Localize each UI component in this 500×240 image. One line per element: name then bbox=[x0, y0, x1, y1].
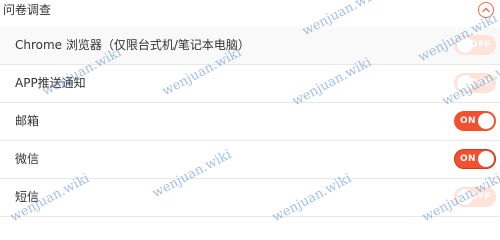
setting-row-chrome: Chrome 浏览器（仅限台式机/笔记本电脑） OFF bbox=[0, 27, 500, 65]
setting-label-email: 邮箱 bbox=[15, 114, 40, 128]
toggle-knob bbox=[457, 37, 473, 53]
toggle-knob bbox=[478, 151, 494, 167]
toggle-sms[interactable]: OFF bbox=[454, 187, 496, 207]
toggle-email[interactable]: ON bbox=[454, 111, 496, 131]
setting-label-sms: 短信 bbox=[15, 190, 40, 204]
notification-settings-panel: 问卷调查 Chrome 浏览器（仅限台式机/笔记本电脑） OFF APP推送通知… bbox=[0, 0, 500, 225]
setting-row-sms: 短信 OFF bbox=[0, 179, 500, 217]
setting-row-app-push: APP推送通知 OFF bbox=[0, 65, 500, 103]
toggle-knob bbox=[457, 75, 473, 91]
collapse-button[interactable] bbox=[478, 2, 494, 18]
toggle-state-text: ON bbox=[460, 116, 476, 126]
setting-label-wechat: 微信 bbox=[15, 152, 40, 166]
toggle-knob bbox=[457, 189, 473, 205]
toggle-state-text: OFF bbox=[470, 40, 491, 50]
section-title: 问卷调查 bbox=[3, 3, 52, 17]
toggle-state-text: OFF bbox=[470, 78, 491, 88]
toggle-knob bbox=[478, 113, 494, 129]
setting-row-wechat: 微信 ON bbox=[0, 141, 500, 179]
setting-row-email: 邮箱 ON bbox=[0, 103, 500, 141]
toggle-wechat[interactable]: ON bbox=[454, 149, 496, 169]
chevron-up-icon bbox=[482, 7, 490, 13]
toggle-chrome[interactable]: OFF bbox=[454, 35, 496, 55]
toggle-app-push[interactable]: OFF bbox=[454, 73, 496, 93]
toggle-state-text: OFF bbox=[470, 192, 491, 202]
setting-label-app-push: APP推送通知 bbox=[15, 76, 86, 90]
settings-list: Chrome 浏览器（仅限台式机/笔记本电脑） OFF APP推送通知 OFF … bbox=[0, 27, 500, 217]
toggle-state-text: ON bbox=[460, 154, 476, 164]
setting-label-chrome: Chrome 浏览器（仅限台式机/笔记本电脑） bbox=[15, 38, 250, 52]
section-header: 问卷调查 bbox=[0, 0, 500, 22]
